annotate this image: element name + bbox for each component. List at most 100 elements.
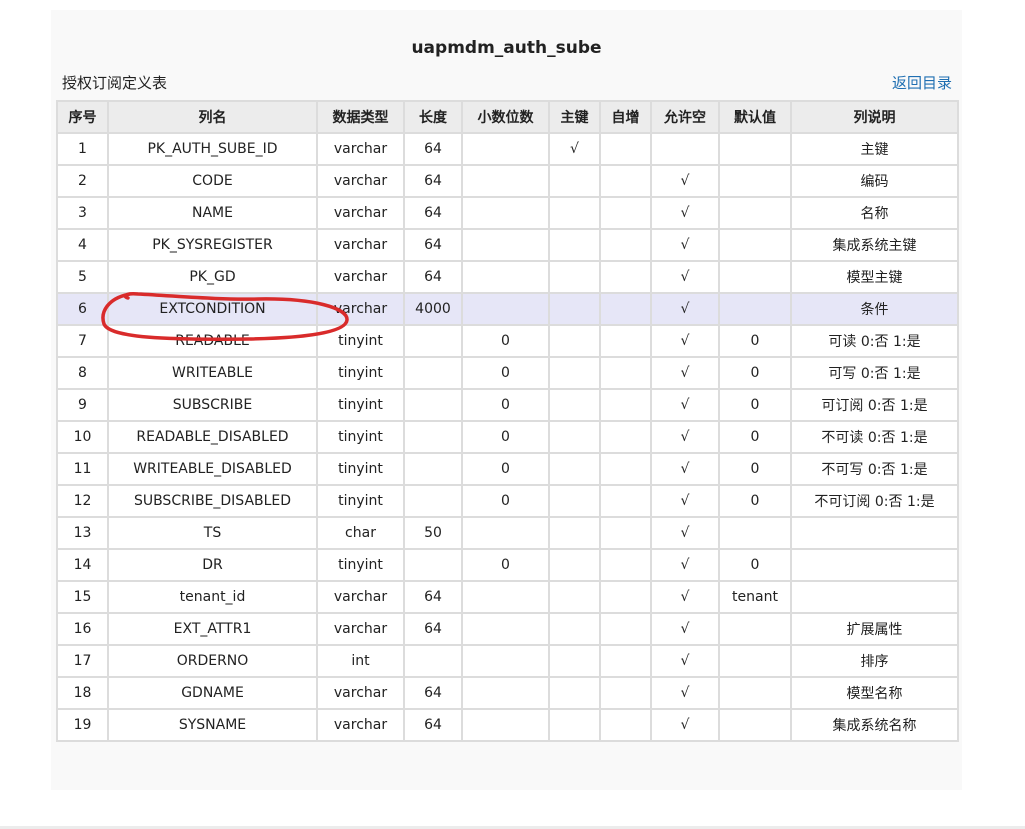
description-cell: 可订阅 0:否 1:是	[790, 388, 959, 422]
column-name-cell: ORDERNO	[107, 644, 318, 678]
row-number-cell: 10	[56, 420, 109, 454]
row-number-cell: 3	[56, 196, 109, 230]
default-value-cell: 0	[718, 388, 792, 422]
default-value-cell	[718, 708, 792, 742]
scale-cell: 0	[461, 324, 550, 358]
length-cell	[403, 356, 463, 390]
page-title: uapmdm_auth_sube	[411, 38, 602, 58]
data-type-cell: tinyint	[316, 452, 405, 486]
column-name-cell: DR	[107, 548, 318, 582]
table-row: 3 NAME varchar 64 √ 名称	[56, 196, 959, 230]
scale-cell: 0	[461, 388, 550, 422]
description-cell: 条件	[790, 292, 959, 326]
primary-key-cell	[548, 228, 601, 262]
table-row: 7 READABLE tinyint 0 √ 0 可读 0:否 1:是	[56, 324, 959, 358]
default-value-cell	[718, 164, 792, 198]
length-cell	[403, 420, 463, 454]
scale-cell: 0	[461, 484, 550, 518]
data-type-cell: varchar	[316, 708, 405, 742]
auto-increment-cell	[599, 228, 652, 262]
length-cell: 50	[403, 516, 463, 550]
length-cell: 64	[403, 708, 463, 742]
nullable-cell: √	[650, 612, 720, 646]
auto-increment-cell	[599, 324, 652, 358]
auto-increment-cell	[599, 484, 652, 518]
column-name-cell: READABLE_DISABLED	[107, 420, 318, 454]
default-value-cell: 0	[718, 420, 792, 454]
scale-cell	[461, 708, 550, 742]
default-value-cell: 0	[718, 484, 792, 518]
data-type-cell: tinyint	[316, 484, 405, 518]
row-number-cell: 18	[56, 676, 109, 710]
row-number-cell: 13	[56, 516, 109, 550]
scale-cell	[461, 676, 550, 710]
data-type-cell: varchar	[316, 196, 405, 230]
primary-key-cell	[548, 484, 601, 518]
auto-increment-cell	[599, 388, 652, 422]
table-row: 18 GDNAME varchar 64 √ 模型名称	[56, 676, 959, 710]
primary-key-cell	[548, 516, 601, 550]
scale-cell: 0	[461, 420, 550, 454]
description-cell: 名称	[790, 196, 959, 230]
row-number-cell: 1	[56, 132, 109, 166]
nullable-cell: √	[650, 388, 720, 422]
default-value-cell	[718, 612, 792, 646]
data-type-cell: varchar	[316, 580, 405, 614]
length-cell: 64	[403, 612, 463, 646]
column-header: 自增	[599, 100, 652, 134]
column-name-cell: TS	[107, 516, 318, 550]
primary-key-cell	[548, 580, 601, 614]
description-cell: 不可写 0:否 1:是	[790, 452, 959, 486]
scale-cell	[461, 644, 550, 678]
row-number-cell: 16	[56, 612, 109, 646]
default-value-cell	[718, 228, 792, 262]
row-number-cell: 12	[56, 484, 109, 518]
column-name-cell: EXTCONDITION	[107, 292, 318, 326]
length-cell: 64	[403, 228, 463, 262]
data-type-cell: int	[316, 644, 405, 678]
nullable-cell: √	[650, 548, 720, 582]
table-row: 10 READABLE_DISABLED tinyint 0 √ 0 不可读 0:否 1:是	[56, 420, 959, 454]
auto-increment-cell	[599, 132, 652, 166]
table-row: 5 PK_GD varchar 64 √ 模型主键	[56, 260, 959, 294]
scale-cell	[461, 228, 550, 262]
column-name-cell: PK_AUTH_SUBE_ID	[107, 132, 318, 166]
auto-increment-cell	[599, 420, 652, 454]
column-header: 主键	[548, 100, 601, 134]
table-row: 11 WRITEABLE_DISABLED tinyint 0 √ 0 不可写 0:否 1:…	[56, 452, 959, 486]
description-cell: 扩展属性	[790, 612, 959, 646]
data-type-cell: varchar	[316, 676, 405, 710]
data-type-cell: varchar	[316, 164, 405, 198]
auto-increment-cell	[599, 708, 652, 742]
primary-key-cell	[548, 676, 601, 710]
column-header: 列说明	[790, 100, 959, 134]
data-type-cell: varchar	[316, 228, 405, 262]
length-cell	[403, 548, 463, 582]
primary-key-cell	[548, 324, 601, 358]
column-header: 小数位数	[461, 100, 550, 134]
table-row: 12 SUBSCRIBE_DISABLED tinyint 0 √ 0 不可订阅 0:否 1…	[56, 484, 959, 518]
column-name-cell: EXT_ATTR1	[107, 612, 318, 646]
description-cell: 不可订阅 0:否 1:是	[790, 484, 959, 518]
nullable-cell	[650, 132, 720, 166]
default-value-cell: 0	[718, 356, 792, 390]
column-name-cell: NAME	[107, 196, 318, 230]
row-number-cell: 17	[56, 644, 109, 678]
nullable-cell: √	[650, 452, 720, 486]
description-cell: 模型主键	[790, 260, 959, 294]
auto-increment-cell	[599, 548, 652, 582]
column-name-cell: SUBSCRIBE_DISABLED	[107, 484, 318, 518]
length-cell: 64	[403, 580, 463, 614]
column-header: 数据类型	[316, 100, 405, 134]
table-header-row: 序号 列名 数据类型 长度 小数位数 主键 自增 允许空 默认值 列说明	[56, 100, 959, 134]
primary-key-cell	[548, 708, 601, 742]
table-row: 14 DR tinyint 0 √ 0	[56, 548, 959, 582]
back-to-index-link[interactable]: 返回目录	[892, 72, 952, 93]
table-row: 13 TS char 50 √	[56, 516, 959, 550]
default-value-cell: 0	[718, 324, 792, 358]
description-cell: 模型名称	[790, 676, 959, 710]
nullable-cell: √	[650, 228, 720, 262]
nullable-cell: √	[650, 196, 720, 230]
column-name-cell: tenant_id	[107, 580, 318, 614]
row-number-cell: 9	[56, 388, 109, 422]
